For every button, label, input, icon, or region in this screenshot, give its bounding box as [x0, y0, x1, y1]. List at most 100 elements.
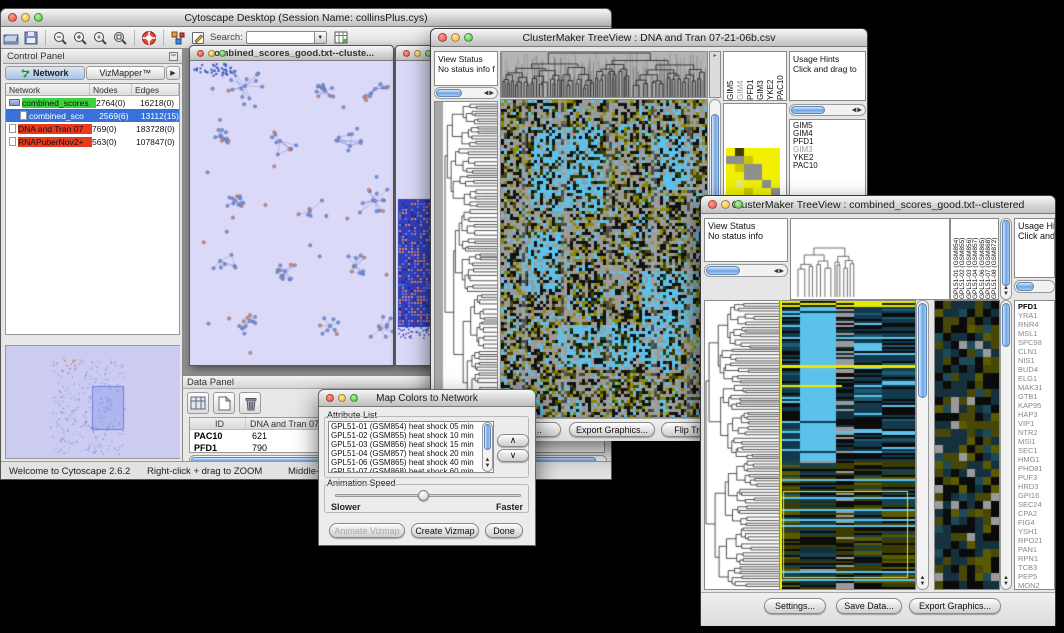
- network-window-title-bar[interactable]: combined_scores_good.txt--cluste...: [190, 46, 393, 61]
- column-label[interactable]: YKE2: [766, 52, 776, 100]
- search-dropdown-arrow-icon[interactable]: ▼: [314, 31, 327, 44]
- zoom-window-icon[interactable]: [350, 394, 358, 402]
- network-window-title-bar[interactable]: [396, 46, 432, 61]
- scrollbar-thumb[interactable]: [484, 424, 491, 450]
- usage-hints-hscrollbar[interactable]: ◀▶: [789, 104, 866, 116]
- attribute-list-vscrollbar[interactable]: ▲▼: [482, 422, 493, 472]
- animate-vizmap-button[interactable]: Animate Vizmap: [329, 523, 405, 538]
- gene-label[interactable]: NIS1: [1018, 356, 1054, 365]
- treeview-button[interactable]: Settings...: [764, 598, 826, 614]
- tab-vizmapper[interactable]: VizMapper™: [86, 66, 166, 80]
- minimize-icon[interactable]: [451, 33, 460, 42]
- column-dendrogram-canvas[interactable]: [501, 52, 707, 97]
- column-label[interactable]: PFD1: [746, 52, 756, 100]
- open-icon[interactable]: [1, 29, 21, 47]
- zoom-selected-icon[interactable]: [90, 29, 110, 47]
- gene-label[interactable]: ELG1: [1018, 374, 1054, 383]
- network-view-canvas[interactable]: [396, 61, 432, 365]
- create-vizmap-button[interactable]: Create Vizmap: [411, 523, 479, 538]
- gene-label[interactable]: MSI1: [1018, 437, 1054, 446]
- zoom-fit-icon[interactable]: [110, 29, 130, 47]
- gene-label[interactable]: KAP95: [1018, 401, 1054, 410]
- gene-label[interactable]: TCB3: [1018, 563, 1054, 572]
- birdseye-canvas[interactable]: [6, 346, 180, 458]
- zoom-window-icon[interactable]: [34, 13, 43, 22]
- scrollbar-arrows-icon[interactable]: ▲▼: [917, 575, 928, 587]
- move-up-button[interactable]: ∧: [497, 434, 529, 447]
- float-panel-icon[interactable]: [169, 52, 178, 61]
- gene-label[interactable]: PFD1: [1018, 302, 1054, 311]
- attribute-list[interactable]: GPL51-01 (GSM854) heat shock 05 minGPL51…: [328, 421, 494, 473]
- column-label[interactable]: GPL51-08 (GSM872): [991, 219, 997, 299]
- gene-label[interactable]: CLN1: [1018, 347, 1054, 356]
- gene-label[interactable]: GTB1: [1018, 392, 1054, 401]
- gene-label[interactable]: PAC10: [793, 162, 865, 170]
- close-icon[interactable]: [197, 50, 204, 57]
- row-dendrogram-canvas[interactable]: [435, 102, 497, 417]
- zoom-window-icon[interactable]: [734, 200, 743, 209]
- treeview-button[interactable]: Export Graphics...: [569, 422, 655, 437]
- attribute-list-item[interactable]: GPL51-02 (GSM855) heat shock 10 min: [329, 431, 493, 440]
- scrollbar-thumb[interactable]: [1016, 282, 1034, 291]
- table-row[interactable]: combined_scores 2764(0) 16218(0): [6, 96, 179, 109]
- gene-label[interactable]: FIG4: [1018, 518, 1054, 527]
- minimize-icon[interactable]: [414, 50, 421, 57]
- treeview-title-bar[interactable]: ClusterMaker TreeView : DNA and Tran 07-…: [431, 29, 867, 47]
- table-row[interactable]: DNA and Tran 07 769(0) 183728(0): [6, 122, 179, 135]
- column-labels-vscrollbar[interactable]: ▲▼: [1000, 218, 1012, 300]
- column-label[interactable]: GIM3: [756, 52, 766, 100]
- row-dendrogram-panel[interactable]: [704, 300, 780, 590]
- birdseye-view[interactable]: [5, 345, 180, 459]
- heatmap-panel[interactable]: [780, 300, 916, 590]
- gene-label[interactable]: SPC98: [1018, 338, 1054, 347]
- gene-label[interactable]: YSH1: [1018, 527, 1054, 536]
- scrollbar-arrows-icon[interactable]: ◀▶: [774, 267, 785, 274]
- gene-label[interactable]: PHO81: [1018, 464, 1054, 473]
- new-attribute-icon[interactable]: [213, 392, 235, 414]
- treeview-button[interactable]: Export Graphics...: [909, 598, 1001, 614]
- gene-label[interactable]: HRD3: [1018, 482, 1054, 491]
- minimize-icon[interactable]: [721, 200, 730, 209]
- table-row[interactable]: RNAPuberNov2+ 563(0) 107847(0): [6, 135, 179, 148]
- attribute-list-item[interactable]: GPL51-03 (GSM856) heat shock 15 min: [329, 440, 493, 449]
- move-down-button[interactable]: ∨: [497, 449, 529, 462]
- zoom-window-icon[interactable]: [464, 33, 473, 42]
- close-icon[interactable]: [708, 200, 717, 209]
- gene-label[interactable]: BUD4: [1018, 365, 1054, 374]
- zoom-heatmap-canvas[interactable]: [935, 301, 999, 589]
- gene-label[interactable]: RNR4: [1018, 320, 1054, 329]
- column-label[interactable]: GPL51-02 (GSM855): [959, 219, 965, 299]
- gene-label[interactable]: PEP5: [1018, 572, 1054, 581]
- heatmap-vscrollbar[interactable]: ▲▼: [916, 300, 929, 590]
- attribute-list-item[interactable]: GPL51-07 (GSM868) heat shock 60 min: [329, 467, 493, 473]
- gene-label[interactable]: SEC24: [1018, 500, 1054, 509]
- gene-label[interactable]: SEC1: [1018, 446, 1054, 455]
- scrollbar-thumb[interactable]: [706, 266, 740, 275]
- scrollbar-arrows-icon[interactable]: ▲▼: [1001, 285, 1011, 297]
- view-status-hscrollbar[interactable]: ◀▶: [704, 264, 788, 277]
- network-view-canvas[interactable]: [190, 61, 393, 365]
- gene-label[interactable]: PAN1: [1018, 545, 1054, 554]
- row-dendrogram-panel[interactable]: [434, 101, 498, 418]
- treeview-button[interactable]: Save Data...: [836, 598, 902, 614]
- column-header-edges[interactable]: Edges: [132, 84, 179, 95]
- gene-label[interactable]: YRA1: [1018, 311, 1054, 320]
- column-header-id[interactable]: ID: [190, 418, 246, 429]
- column-label[interactable]: PAC10: [776, 52, 786, 100]
- close-icon[interactable]: [403, 50, 410, 57]
- scrollbar-thumb[interactable]: [436, 89, 462, 97]
- close-icon[interactable]: [8, 13, 17, 22]
- gene-label[interactable]: HMG1: [1018, 455, 1054, 464]
- gene-label[interactable]: HAP3: [1018, 410, 1054, 419]
- usage-hints-hscrollbar[interactable]: [1014, 280, 1055, 293]
- zoom-in-icon[interactable]: [70, 29, 90, 47]
- done-button[interactable]: Done: [485, 523, 523, 538]
- heatmap-canvas[interactable]: [501, 100, 707, 417]
- gene-label[interactable]: VIP1: [1018, 419, 1054, 428]
- zoom-heatmap-vscrollbar[interactable]: ▲▼: [1000, 300, 1012, 590]
- attribute-table-icon[interactable]: [332, 29, 352, 47]
- zoom-out-icon[interactable]: [50, 29, 70, 47]
- column-label[interactable]: GPL51-06 (GSM865): [979, 219, 985, 299]
- expand-arrow-icon[interactable]: ▸: [710, 52, 720, 59]
- scrollbar-arrows-icon[interactable]: ▲▼: [1001, 575, 1011, 587]
